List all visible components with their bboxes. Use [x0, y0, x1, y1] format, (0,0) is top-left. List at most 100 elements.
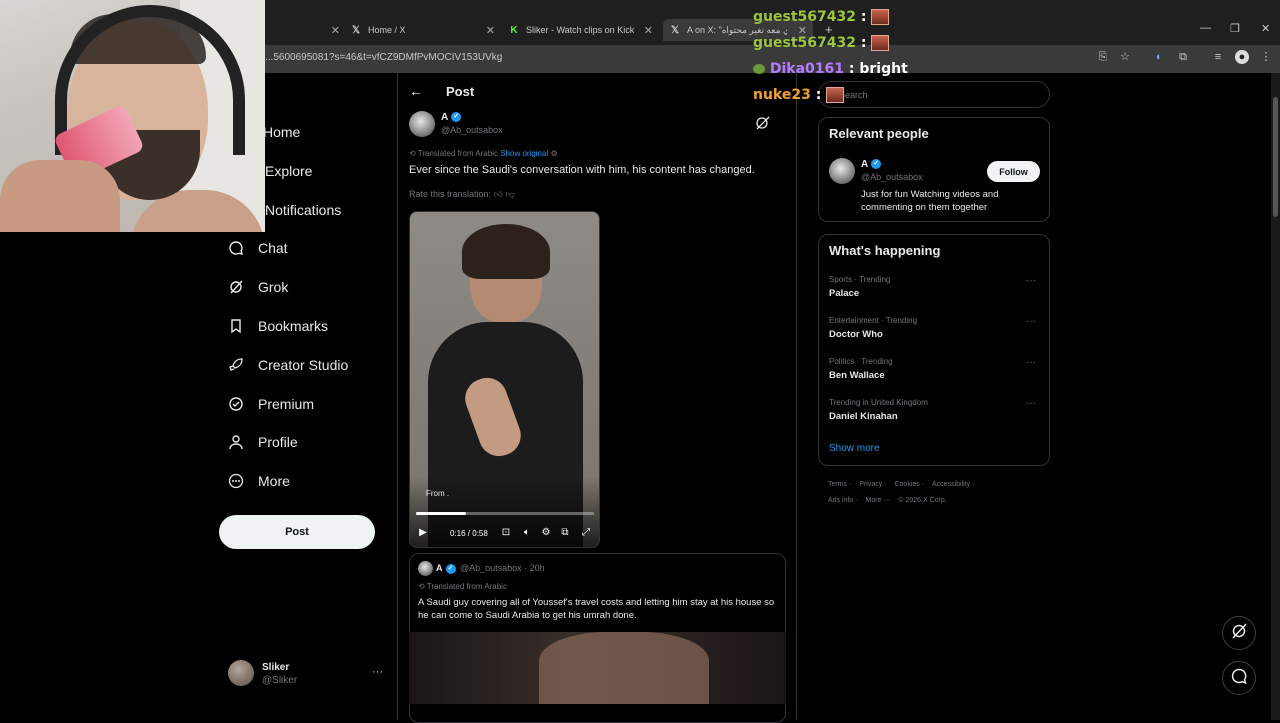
- chat-username: Dika0161: [769, 61, 845, 77]
- footer-links-row: Terms · Privacy · Cookies · Accessibilit…: [828, 481, 975, 488]
- video-source-label[interactable]: From .: [426, 489, 449, 498]
- messages-floating-button[interactable]: [1222, 661, 1256, 695]
- tab-previous[interactable]: ✕: [266, 19, 340, 41]
- fullscreen-icon[interactable]: ⤢: [579, 527, 593, 538]
- extensions-puzzle-icon[interactable]: ⧉: [1176, 50, 1190, 64]
- trend-more-icon[interactable]: ···: [1026, 316, 1036, 327]
- quoted-author-avatar[interactable]: [418, 561, 433, 576]
- install-app-icon[interactable]: ⎘: [1096, 50, 1110, 64]
- nav-chat[interactable]: Chat: [228, 236, 288, 260]
- x-logo-icon: 𝕏: [351, 24, 361, 36]
- video-settings-icon[interactable]: ⚙: [539, 527, 553, 538]
- thumbs-down-icon[interactable]: 👎︎: [505, 189, 514, 199]
- grok-icon: [228, 279, 244, 295]
- footer-link[interactable]: Privacy: [859, 481, 882, 488]
- footer-link[interactable]: Cookies: [894, 481, 919, 488]
- footer-link[interactable]: Ads info: [828, 497, 853, 504]
- page-scrollbar[interactable]: [1271, 73, 1280, 720]
- bookmark-star-icon[interactable]: ☆: [1118, 50, 1132, 64]
- grok-explain-icon[interactable]: [744, 114, 784, 132]
- follow-button[interactable]: Follow: [987, 161, 1040, 182]
- footer-link[interactable]: More ···: [866, 497, 891, 504]
- chat-emote-icon: [871, 9, 890, 25]
- post-text: Ever since the Saudi's conversation with…: [409, 164, 755, 176]
- trend-name[interactable]: Daniel Kinahan: [829, 411, 898, 422]
- url-text[interactable]: ...5600695081?s=46&t=vfCZ9DMfPvMOCIV153U…: [265, 52, 502, 63]
- trend-meta: Trending in United Kingdom: [829, 398, 928, 407]
- person-name[interactable]: A ✓: [861, 159, 882, 170]
- more-circle-icon: [228, 473, 244, 489]
- account-switcher[interactable]: Sliker @Sliker ···: [228, 660, 388, 690]
- show-original-link[interactable]: Show original: [500, 149, 548, 158]
- nav-label: Bookmarks: [258, 318, 329, 334]
- author-handle[interactable]: @Ab_outsabox: [441, 125, 503, 135]
- nav-label: Premium: [258, 396, 315, 412]
- search-box[interactable]: [818, 81, 1050, 108]
- verified-badge-icon: [228, 396, 244, 412]
- nav-profile[interactable]: Profile: [228, 430, 298, 454]
- quoted-translation-notice: ⟲ Translated from Arabic: [418, 582, 507, 591]
- person-icon: [228, 434, 244, 450]
- post-button[interactable]: Post: [219, 515, 375, 549]
- nav-notifications[interactable]: Notifications: [265, 202, 341, 218]
- footer-link[interactable]: Accessibility: [932, 481, 970, 488]
- quoted-post-media[interactable]: [409, 632, 786, 704]
- nav-home[interactable]: Home: [263, 124, 300, 140]
- browser-menu-icon[interactable]: ⋮: [1259, 50, 1273, 64]
- tab-home-x[interactable]: 𝕏 Home / X ✕: [350, 19, 495, 41]
- footer-link[interactable]: Terms: [828, 481, 847, 488]
- trend-more-icon[interactable]: ···: [1026, 398, 1036, 409]
- nav-bookmarks[interactable]: Bookmarks: [228, 314, 328, 338]
- chat-text: : bright: [848, 61, 908, 77]
- thumbs-up-icon[interactable]: 👍︎: [494, 189, 503, 199]
- quoted-author-name[interactable]: A ✓: [436, 563, 456, 574]
- trend-meta: Politics · Trending: [829, 357, 893, 366]
- play-icon[interactable]: ▶: [416, 527, 430, 538]
- account-name: Sliker: [262, 662, 290, 673]
- tab-close-icon[interactable]: ✕: [486, 24, 495, 37]
- window-close-icon[interactable]: ✕: [1261, 22, 1270, 35]
- quoted-author-handle[interactable]: @Ab_outsabox · 20h: [460, 563, 545, 573]
- video-progress[interactable]: [416, 512, 594, 515]
- nav-premium[interactable]: Premium: [228, 392, 314, 416]
- settings-icon[interactable]: ⚙: [550, 149, 557, 158]
- show-more-link[interactable]: Show more: [829, 443, 880, 454]
- trend-more-icon[interactable]: ···: [1026, 357, 1036, 368]
- chat-text: :: [860, 9, 867, 25]
- nav-label: Chat: [258, 240, 288, 256]
- trend-name[interactable]: Palace: [829, 288, 859, 299]
- video-time: 0:16 / 0:58: [450, 529, 488, 538]
- picture-in-picture-icon[interactable]: ⧉: [558, 527, 572, 538]
- grok-floating-button[interactable]: [1222, 616, 1256, 650]
- author-name[interactable]: A ✓: [441, 112, 462, 123]
- chat-message: Dika0161 : bright: [753, 61, 908, 77]
- trend-name[interactable]: Ben Wallace: [829, 370, 885, 381]
- tab-close-icon[interactable]: ✕: [331, 24, 340, 37]
- tab-close-icon[interactable]: ✕: [644, 24, 653, 37]
- translate-icon: ⟲: [409, 149, 418, 158]
- person-avatar[interactable]: [829, 158, 855, 184]
- scrollbar-thumb[interactable]: [1273, 97, 1278, 217]
- search-input[interactable]: [839, 86, 1039, 104]
- profile-avatar-icon[interactable]: ●: [1235, 50, 1249, 64]
- nav-creator-studio[interactable]: Creator Studio: [228, 353, 348, 377]
- captions-icon[interactable]: ⊡: [499, 527, 513, 538]
- nav-explore[interactable]: Explore: [265, 163, 312, 179]
- account-more-icon[interactable]: ···: [372, 666, 383, 678]
- extension-icon[interactable]: ◖: [1151, 50, 1165, 64]
- author-avatar[interactable]: [409, 111, 435, 137]
- tab-kick[interactable]: K Sliker - Watch clips on Kick ✕: [508, 19, 653, 41]
- minimize-icon[interactable]: —: [1200, 22, 1211, 34]
- bookmark-icon: [228, 318, 244, 334]
- volume-icon[interactable]: 🔈︎: [520, 527, 534, 538]
- person-handle[interactable]: @Ab_outsabox: [861, 172, 923, 182]
- media-controls-icon[interactable]: ≡: [1211, 50, 1225, 64]
- nav-more[interactable]: More: [228, 469, 290, 493]
- maximize-icon[interactable]: ❐: [1230, 22, 1240, 35]
- nav-grok[interactable]: Grok: [228, 275, 288, 299]
- trend-name[interactable]: Doctor Who: [829, 329, 883, 340]
- nav-label: Grok: [258, 279, 289, 295]
- trend-more-icon[interactable]: ···: [1026, 275, 1036, 286]
- chat-message: guest567432 :: [753, 35, 890, 51]
- back-arrow-icon[interactable]: ←: [409, 83, 423, 99]
